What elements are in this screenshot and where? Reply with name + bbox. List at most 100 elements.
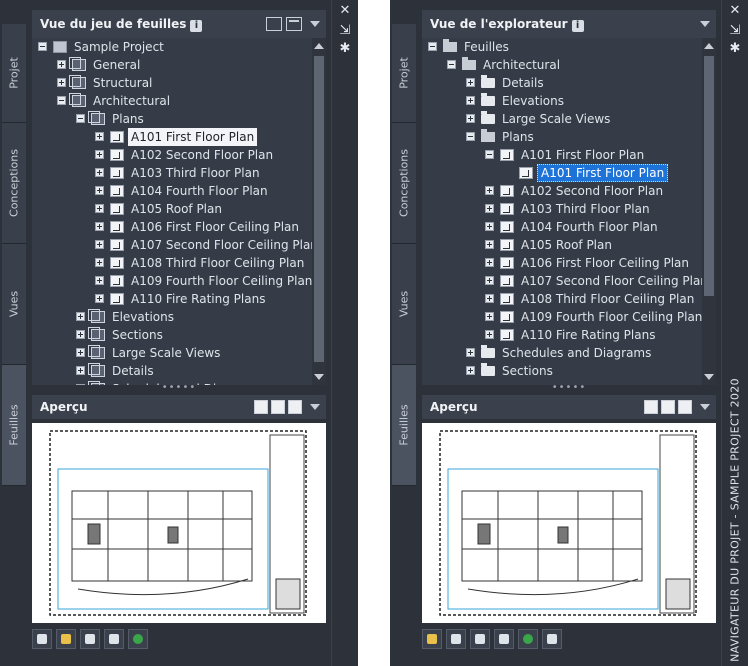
tab-vues[interactable]: Vues xyxy=(2,244,26,365)
expand-plus-icon[interactable] xyxy=(466,78,475,87)
new-folder-icon[interactable] xyxy=(422,629,442,649)
expand-plus-icon[interactable] xyxy=(76,348,85,357)
scroll-thumb[interactable] xyxy=(704,56,714,296)
expand-plus-icon[interactable] xyxy=(485,294,494,303)
expand-plus-icon[interactable] xyxy=(95,168,104,177)
expand-plus-icon[interactable] xyxy=(95,132,104,141)
tab-feuilles[interactable]: Feuilles xyxy=(2,365,26,486)
preview-menu-dropdown-icon[interactable] xyxy=(700,404,710,410)
sheet-list-view-icon[interactable] xyxy=(266,17,282,31)
auto-hide-icon[interactable]: ⇲ xyxy=(338,24,352,38)
expand-plus-icon[interactable] xyxy=(485,312,494,321)
tree-row[interactable]: A108 Third Floor Ceiling Plan xyxy=(422,290,702,308)
expand-plus-icon[interactable] xyxy=(95,294,104,303)
close-icon[interactable]: ✕ xyxy=(338,4,352,18)
tab-conceptions[interactable]: Conceptions xyxy=(2,123,26,244)
expand-plus-icon[interactable] xyxy=(485,204,494,213)
expand-plus-icon[interactable] xyxy=(466,114,475,123)
refresh-icon[interactable] xyxy=(128,629,148,649)
expand-plus-icon[interactable] xyxy=(466,348,475,357)
collapse-minus-icon[interactable] xyxy=(38,42,47,51)
tree-row[interactable]: Sections xyxy=(32,326,312,344)
expand-plus-icon[interactable] xyxy=(95,186,104,195)
select-tool-icon[interactable] xyxy=(80,629,100,649)
info-icon[interactable]: i xyxy=(190,19,203,32)
preview-details-icon[interactable] xyxy=(661,400,675,414)
tree-row[interactable]: A101 First Floor Plan xyxy=(32,128,312,146)
tree-row[interactable]: Schedules and Diagrams xyxy=(32,380,312,385)
expand-plus-icon[interactable] xyxy=(76,366,85,375)
tree-scrollbar[interactable] xyxy=(702,38,716,385)
properties-gear-icon[interactable]: ✱ xyxy=(728,42,742,56)
tree-row[interactable]: A103 Third Floor Plan xyxy=(422,200,702,218)
expand-plus-icon[interactable] xyxy=(76,312,85,321)
expand-plus-icon[interactable] xyxy=(466,366,475,375)
layout-view-icon[interactable] xyxy=(286,17,302,31)
new-sheet-icon[interactable] xyxy=(56,629,76,649)
tab-conceptions[interactable]: Conceptions xyxy=(392,123,416,244)
close-icon[interactable]: ✕ xyxy=(728,4,742,18)
tree-row[interactable]: Sample Project xyxy=(32,38,312,56)
tree-row[interactable]: Details xyxy=(32,362,312,380)
preview-image-icon[interactable] xyxy=(254,400,268,414)
tree-row[interactable]: A106 First Floor Ceiling Plan xyxy=(422,254,702,272)
collapse-minus-icon[interactable] xyxy=(485,150,494,159)
scroll-down-arrow-icon[interactable] xyxy=(314,374,324,380)
tree-row[interactable]: Elevations xyxy=(32,308,312,326)
tree-row[interactable]: A108 Third Floor Ceiling Plan xyxy=(32,254,312,272)
tree-row[interactable]: A105 Roof Plan xyxy=(32,200,312,218)
info-icon[interactable]: i xyxy=(571,19,584,32)
tree-row[interactable]: A101 First Floor Plan xyxy=(422,146,702,164)
expand-plus-icon[interactable] xyxy=(485,276,494,285)
tree-row[interactable]: Plans xyxy=(422,128,702,146)
scroll-thumb[interactable] xyxy=(314,56,324,362)
refresh-icon[interactable] xyxy=(518,629,538,649)
expand-plus-icon[interactable] xyxy=(95,240,104,249)
expand-plus-icon[interactable] xyxy=(76,384,85,385)
preview-menu-dropdown-icon[interactable] xyxy=(310,404,320,410)
tree-row[interactable]: A104 Fourth Floor Plan xyxy=(422,218,702,236)
tree-row[interactable]: A104 Fourth Floor Plan xyxy=(32,182,312,200)
preview-thumbnail-icon[interactable] xyxy=(678,400,692,414)
tree-row[interactable]: A102 Second Floor Plan xyxy=(32,146,312,164)
expand-plus-icon[interactable] xyxy=(76,330,85,339)
expand-plus-icon[interactable] xyxy=(95,150,104,159)
scroll-up-arrow-icon[interactable] xyxy=(314,43,324,49)
tree-row[interactable]: A106 First Floor Ceiling Plan xyxy=(32,218,312,236)
sheet-grid-icon[interactable] xyxy=(494,629,514,649)
tree-row[interactable]: Schedules and Diagrams xyxy=(422,344,702,362)
tree-row[interactable]: Plans xyxy=(32,110,312,128)
panel-splitter[interactable]: ••••• xyxy=(32,383,326,395)
tree-row[interactable]: A103 Third Floor Plan xyxy=(32,164,312,182)
tree-row[interactable]: Architectural xyxy=(422,56,702,74)
publish-icon[interactable] xyxy=(32,629,52,649)
tab-vues[interactable]: Vues xyxy=(392,244,416,365)
auto-hide-icon[interactable]: ⇲ xyxy=(728,24,742,38)
tree-scrollbar[interactable] xyxy=(312,38,326,385)
expand-plus-icon[interactable] xyxy=(485,186,494,195)
properties-gear-icon[interactable]: ✱ xyxy=(338,42,352,56)
tree-row[interactable]: A101 First Floor Plan xyxy=(422,164,702,182)
tree-row[interactable]: Structural xyxy=(32,74,312,92)
expand-plus-icon[interactable] xyxy=(95,204,104,213)
expand-plus-icon[interactable] xyxy=(95,222,104,231)
tree-row[interactable]: Feuilles xyxy=(422,38,702,56)
tree-row[interactable]: A110 Fire Rating Plans xyxy=(422,326,702,344)
collapse-minus-icon[interactable] xyxy=(447,60,456,69)
new-sheet-icon[interactable] xyxy=(446,629,466,649)
expand-plus-icon[interactable] xyxy=(57,78,66,87)
tree-row[interactable]: Large Scale Views xyxy=(32,344,312,362)
tree-row[interactable]: A110 Fire Rating Plans xyxy=(32,290,312,308)
collapse-minus-icon[interactable] xyxy=(466,132,475,141)
expand-plus-icon[interactable] xyxy=(466,96,475,105)
expand-plus-icon[interactable] xyxy=(95,276,104,285)
tab-feuilles[interactable]: Feuilles xyxy=(392,365,416,486)
collapse-minus-icon[interactable] xyxy=(76,114,85,123)
preview-details-icon[interactable] xyxy=(271,400,285,414)
tree-row[interactable]: Details xyxy=(422,74,702,92)
expand-plus-icon[interactable] xyxy=(57,60,66,69)
panel-menu-dropdown-icon[interactable] xyxy=(310,21,320,27)
tree-row[interactable]: A109 Fourth Floor Ceiling Plan xyxy=(32,272,312,290)
tree-row[interactable]: A102 Second Floor Plan xyxy=(422,182,702,200)
collapse-minus-icon[interactable] xyxy=(428,42,437,51)
